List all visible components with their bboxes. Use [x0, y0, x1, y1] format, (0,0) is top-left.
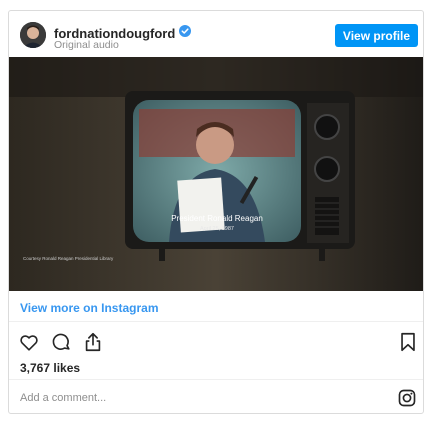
audio-label[interactable]: Original audio	[54, 39, 119, 51]
add-comment-link[interactable]: Add a comment...	[20, 392, 106, 404]
bookmark-icon[interactable]	[397, 331, 419, 353]
video-caption-date: April 25, 1987	[200, 226, 234, 232]
instagram-embed-card: fordnationdougford Original audio View p…	[8, 10, 424, 414]
instagram-icon[interactable]	[397, 388, 417, 408]
divider	[9, 321, 423, 322]
video-caption-name: President Ronald Reagan	[171, 214, 263, 223]
heart-icon[interactable]	[18, 331, 40, 357]
view-more-link[interactable]: View more on Instagram	[20, 301, 159, 315]
avatar[interactable]	[20, 22, 46, 48]
likes-count[interactable]: 3,767 likes	[20, 361, 80, 375]
post-header: fordnationdougford Original audio View p…	[9, 11, 423, 57]
comment-icon[interactable]	[50, 331, 72, 357]
share-icon[interactable]	[82, 331, 104, 357]
view-profile-button[interactable]: View profile	[335, 24, 418, 47]
divider	[9, 379, 423, 380]
action-bar	[18, 331, 104, 357]
video-player[interactable]: President Ronald Reagan April 25, 1987 C…	[9, 57, 423, 291]
verified-icon	[179, 24, 192, 42]
video-credit: Courtesy Ronald Reagan Presidential Libr…	[23, 256, 114, 261]
